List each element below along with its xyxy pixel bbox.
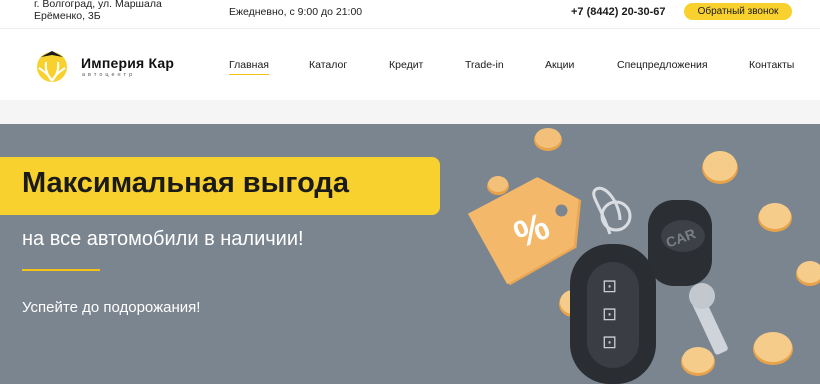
car-key-icon: CAR — [648, 200, 728, 355]
brand-name[interactable]: Империя Кар — [81, 55, 174, 71]
working-hours: Ежедневно, с 9:00 до 21:00 — [229, 6, 363, 18]
car-remote-icon: ⊡ ⊡ ⊡ — [570, 244, 656, 384]
hero-subtitle: на все автомобили в наличии! — [22, 228, 304, 250]
hero-banner[interactable]: Максимальная выгода на все автомобили в … — [0, 124, 820, 384]
logo-icon[interactable] — [34, 47, 70, 83]
nav-item-catalog[interactable]: Каталог — [309, 59, 347, 71]
nav-item-promotions[interactable]: Акции — [545, 59, 574, 71]
svg-text:⊡: ⊡ — [602, 332, 617, 352]
hero-note: Успейте до подорожания! — [22, 299, 201, 316]
hero-title-box: Максимальная выгода — [0, 157, 440, 215]
coin-icon — [702, 151, 738, 184]
svg-text:⊡: ⊡ — [602, 276, 617, 296]
coin-icon — [796, 261, 820, 286]
hero-divider — [22, 269, 100, 271]
nav-item-contacts[interactable]: Контакты — [749, 59, 794, 71]
phone-link[interactable]: +7 (8442) 20-30-67 — [571, 6, 665, 18]
coin-icon — [534, 128, 562, 151]
nav-item-home[interactable]: Главная — [229, 59, 269, 75]
address-line-2: Ерёменко, 3Б — [34, 10, 101, 22]
brand-subtitle: автоцентр — [82, 72, 136, 78]
coin-icon — [758, 203, 792, 232]
nav-item-special-offers[interactable]: Спецпредложения — [617, 59, 708, 71]
top-bar: г. Волгоград, ул. Маршала Ерёменко, 3Б Е… — [0, 0, 820, 28]
nav-item-credit[interactable]: Кредит — [389, 59, 423, 71]
main-header: Империя Кар автоцентр Главная Каталог Кр… — [0, 28, 820, 101]
address-line-1: г. Волгоград, ул. Маршала — [34, 0, 162, 10]
hero-illustration: % CAR ⊡ ⊡ ⊡ — [467, 128, 820, 384]
coin-icon — [753, 332, 793, 365]
coin-icon — [487, 176, 509, 195]
callback-button[interactable]: Обратный звонок — [684, 3, 792, 20]
svg-text:⊡: ⊡ — [602, 304, 617, 324]
nav-item-trade-in[interactable]: Trade-in — [465, 59, 504, 71]
coin-icon — [681, 347, 715, 376]
address: г. Волгоград, ул. Маршала Ерёменко, 3Б — [34, 0, 162, 22]
header-spacer — [0, 100, 820, 124]
hero-title: Максимальная выгода — [22, 167, 349, 199]
